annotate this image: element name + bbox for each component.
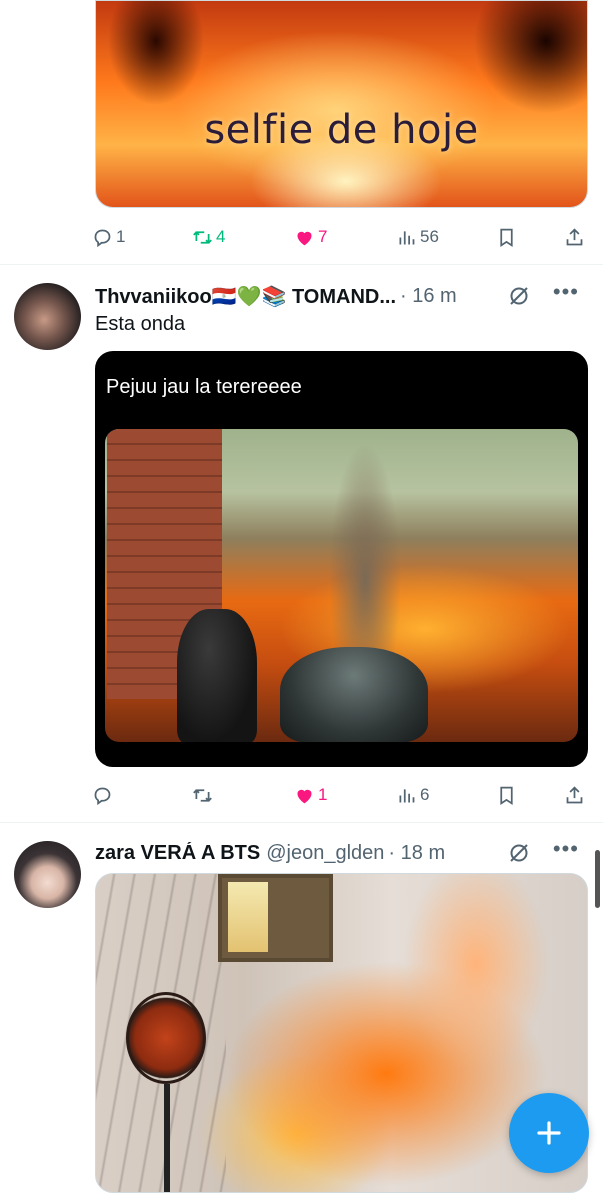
retweet-button[interactable]: [192, 783, 216, 807]
grill-shape: [177, 609, 257, 742]
share-button[interactable]: [564, 225, 585, 249]
retweet-count: 4: [216, 227, 226, 246]
reply-button[interactable]: [92, 783, 116, 807]
retweet-icon: [193, 230, 212, 244]
like-icon: [297, 231, 312, 245]
reply-icon: [94, 229, 111, 247]
display-name[interactable]: zara VERÁ A BTS: [95, 842, 260, 865]
plant-pot: [280, 647, 428, 742]
display-name[interactable]: Thvvaniikoo🇵🇾💚📚 TOMAND...: [95, 284, 396, 309]
bookmark-button[interactable]: [496, 225, 517, 249]
timestamp[interactable]: · 16 m: [400, 285, 457, 308]
image-caption: Pejuu jau la terereeee: [106, 376, 302, 398]
reply-button[interactable]: 1: [92, 225, 125, 249]
reply-count: 1: [116, 227, 126, 246]
reply-icon: [94, 787, 111, 805]
views-icon: [399, 230, 415, 244]
header-actions: •••: [507, 838, 579, 867]
fan-shape: [126, 992, 206, 1084]
tweet-text: Esta onda: [95, 313, 186, 335]
tweet-actions: 1 4 7 56: [92, 225, 592, 249]
like-button[interactable]: 7: [294, 225, 327, 249]
compose-icon: [537, 1121, 561, 1145]
image-photo: [105, 429, 578, 742]
like-icon: [297, 789, 312, 803]
views-button[interactable]: 6: [396, 783, 429, 807]
share-icon: [566, 785, 583, 803]
compose-button[interactable]: [509, 1093, 589, 1173]
tweet-header: zara VERÁ A BTS @jeon_glden · 18 m •••: [95, 838, 579, 867]
tweet[interactable]: Thvvaniikoo🇵🇾💚📚 TOMAND... · 16 m ••• Est…: [0, 265, 603, 822]
views-count: 56: [420, 227, 439, 246]
scrollbar[interactable]: [595, 850, 600, 908]
bookmark-button[interactable]: [496, 783, 517, 807]
tweet-header: Thvvaniikoo🇵🇾💚📚 TOMAND... · 16 m •••: [95, 281, 579, 310]
views-button[interactable]: 56: [396, 225, 439, 249]
retweet-icon: [193, 788, 212, 802]
bookmark-icon: [500, 786, 513, 805]
window-shape: [218, 874, 333, 962]
tweet-image[interactable]: selfie de hoje: [95, 0, 588, 208]
avatar[interactable]: [14, 841, 81, 908]
like-count: 1: [318, 785, 328, 804]
timestamp[interactable]: · 18 m: [388, 842, 445, 865]
retweet-button[interactable]: 4: [192, 225, 225, 249]
share-icon: [566, 227, 583, 245]
header-actions: •••: [507, 281, 579, 310]
grok-icon[interactable]: [507, 841, 531, 865]
share-button[interactable]: [564, 783, 585, 807]
like-count: 7: [318, 227, 328, 246]
views-count: 6: [420, 785, 430, 804]
avatar[interactable]: [14, 283, 81, 350]
tweet-image[interactable]: Pejuu jau la terereeee: [95, 351, 588, 767]
more-icon[interactable]: •••: [553, 838, 579, 860]
fan-stand: [164, 1084, 170, 1192]
bookmark-icon: [500, 228, 513, 247]
tweet[interactable]: selfie de hoje 1 4 7 56: [0, 0, 603, 264]
views-icon: [399, 788, 415, 802]
more-icon[interactable]: •••: [553, 281, 579, 303]
image-caption: selfie de hoje: [204, 107, 479, 153]
user-handle[interactable]: @jeon_glden: [266, 842, 384, 865]
like-button[interactable]: 1: [294, 783, 327, 807]
grok-icon[interactable]: [507, 284, 531, 308]
tweet-actions: 1 6: [92, 783, 592, 807]
